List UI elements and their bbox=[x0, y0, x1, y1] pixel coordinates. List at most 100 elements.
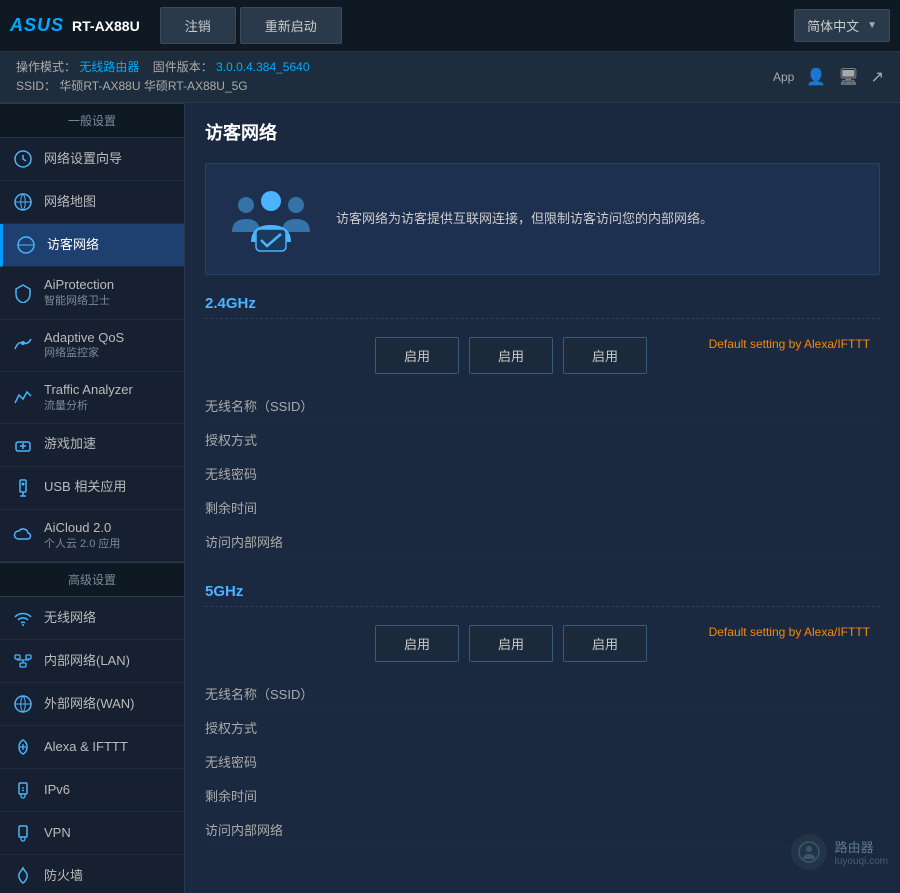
sidebar-label-alexa-ifttt: Alexa & IFTTT bbox=[44, 739, 128, 756]
sidebar-item-aicloud[interactable]: AiCloud 2.0 个人云 2.0 应用 bbox=[0, 510, 184, 562]
sidebar-label-wan: 外部网络(WAN) bbox=[44, 696, 135, 713]
sidebar-label-network-guide: 网络设置向导 bbox=[44, 151, 122, 168]
sidebar-label-network-map: 网络地图 bbox=[44, 194, 96, 211]
sidebar-item-traffic-analyzer[interactable]: Traffic Analyzer 流量分析 bbox=[0, 372, 184, 424]
sidebar-label-lan: 内部网络(LAN) bbox=[44, 653, 130, 670]
row-24ghz-intranet: 访问内部网络 bbox=[205, 525, 880, 559]
adaptive-qos-icon bbox=[12, 334, 34, 356]
enable-24ghz-btn-1[interactable]: 启用 bbox=[375, 337, 459, 374]
sidebar-label-usb-apps: USB 相关应用 bbox=[44, 479, 126, 496]
network-map-icon bbox=[12, 191, 34, 213]
aiprotection-icon bbox=[12, 282, 34, 304]
row-24ghz-time: 剩余时间 bbox=[205, 491, 880, 525]
label-5ghz-intranet: 访问内部网络 bbox=[205, 820, 365, 839]
alexa-icon bbox=[12, 736, 34, 758]
sidebar-item-lan[interactable]: 内部网络(LAN) bbox=[0, 640, 184, 683]
mode-value: 无线路由器 bbox=[79, 60, 139, 74]
lan-icon bbox=[12, 650, 34, 672]
chevron-down-icon: ▼ bbox=[867, 20, 877, 31]
label-24ghz-password: 无线密码 bbox=[205, 464, 365, 483]
sidebar-label-guest-network: 访客网络 bbox=[47, 237, 99, 254]
user-icon[interactable]: 👤 bbox=[806, 67, 826, 87]
status-bar: 操作模式： 无线路由器 固件版本： 3.0.0.4.384_5640 SSID：… bbox=[0, 52, 900, 103]
enable-5ghz-btn-1[interactable]: 启用 bbox=[375, 625, 459, 662]
freq-24ghz-title: 2.4GHz bbox=[205, 295, 880, 319]
traffic-analyzer-icon bbox=[12, 386, 34, 408]
reboot-button[interactable]: 重新启动 bbox=[240, 7, 342, 44]
app-label: App bbox=[773, 70, 794, 84]
row-5ghz-password: 无线密码 bbox=[205, 745, 880, 779]
label-5ghz-time: 剩余时间 bbox=[205, 786, 365, 805]
label-24ghz-ssid: 无线名称（SSID） bbox=[205, 396, 365, 415]
sidebar-label-vpn: VPN bbox=[44, 825, 71, 842]
sidebar-item-adaptive-qos[interactable]: Adaptive QoS 网络监控家 bbox=[0, 320, 184, 372]
enable-24ghz-btn-3[interactable]: 启用 bbox=[563, 337, 647, 374]
network-guide-icon bbox=[12, 148, 34, 170]
freq-5ghz-section: 5GHz 启用 启用 启用 Default setting by Alexa/I… bbox=[205, 583, 880, 847]
sidebar-item-wireless[interactable]: 无线网络 bbox=[0, 597, 184, 640]
row-24ghz-password: 无线密码 bbox=[205, 457, 880, 491]
enable-24ghz-btn-2[interactable]: 启用 bbox=[469, 337, 553, 374]
sidebar-section-general: 一般设置 bbox=[0, 103, 184, 138]
sidebar-item-network-map[interactable]: 网络地图 bbox=[0, 181, 184, 224]
usb-apps-icon bbox=[12, 477, 34, 499]
sidebar-item-firewall[interactable]: 防火墙 bbox=[0, 855, 184, 893]
sidebar-item-vpn[interactable]: VPN bbox=[0, 812, 184, 855]
sidebar-item-game-boost[interactable]: 游戏加速 bbox=[0, 424, 184, 467]
freq-24ghz-section: 2.4GHz 启用 启用 启用 Default setting by Alexa… bbox=[205, 295, 880, 559]
alexa-note-24ghz: Default setting by Alexa/IFTTT bbox=[709, 337, 880, 374]
guest-network-image bbox=[226, 184, 316, 254]
sidebar-item-network-guide[interactable]: 网络设置向导 bbox=[0, 138, 184, 181]
sidebar-item-aiprotection[interactable]: AiProtection 智能网络卫士 bbox=[0, 267, 184, 319]
share-icon[interactable]: ↗ bbox=[871, 67, 884, 87]
row-5ghz-intranet: 访问内部网络 bbox=[205, 813, 880, 847]
firewall-icon bbox=[12, 865, 34, 887]
top-bar: ASUS RT-AX88U 注销 重新启动 简体中文 ▼ bbox=[0, 0, 900, 52]
guest-network-icon bbox=[15, 234, 37, 256]
sidebar-label-traffic-analyzer: Traffic Analyzer 流量分析 bbox=[44, 382, 133, 413]
label-5ghz-ssid: 无线名称（SSID） bbox=[205, 684, 365, 703]
sidebar-item-ipv6[interactable]: IPv6 bbox=[0, 769, 184, 812]
ipv6-icon bbox=[12, 779, 34, 801]
enable-5ghz-btn-2[interactable]: 启用 bbox=[469, 625, 553, 662]
wan-icon bbox=[12, 693, 34, 715]
main-layout: 一般设置 网络设置向导 网络地图 访客网络 AiProtect bbox=[0, 103, 900, 893]
sidebar-item-alexa-ifttt[interactable]: Alexa & IFTTT bbox=[0, 726, 184, 769]
logout-button[interactable]: 注销 bbox=[160, 7, 236, 44]
sidebar-item-wan[interactable]: 外部网络(WAN) bbox=[0, 683, 184, 726]
row-24ghz-auth: 授权方式 bbox=[205, 423, 880, 457]
label-24ghz-intranet: 访问内部网络 bbox=[205, 532, 365, 551]
sidebar-item-usb-apps[interactable]: USB 相关应用 bbox=[0, 467, 184, 510]
label-24ghz-auth: 授权方式 bbox=[205, 430, 365, 449]
status-info: 操作模式： 无线路由器 固件版本： 3.0.0.4.384_5640 SSID：… bbox=[16, 58, 310, 96]
enable-5ghz-btn-3[interactable]: 启用 bbox=[563, 625, 647, 662]
info-text: 访客网络为访客提供互联网连接，但限制访客访问您的内部网络。 bbox=[336, 209, 713, 230]
vpn-icon bbox=[12, 822, 34, 844]
ssid-label: SSID： bbox=[16, 79, 56, 93]
sidebar-item-guest-network[interactable]: 访客网络 bbox=[0, 224, 184, 267]
asus-logo: ASUS bbox=[10, 15, 64, 36]
sidebar-label-game-boost: 游戏加速 bbox=[44, 436, 96, 453]
top-nav-buttons: 注销 重新启动 bbox=[160, 7, 794, 44]
aicloud-icon bbox=[12, 525, 34, 547]
sidebar-label-ipv6: IPv6 bbox=[44, 782, 70, 799]
wireless-icon bbox=[12, 607, 34, 629]
row-5ghz-ssid: 无线名称（SSID） bbox=[205, 677, 880, 711]
sidebar-label-firewall: 防火墙 bbox=[44, 868, 83, 885]
alexa-note-5ghz: Default setting by Alexa/IFTTT bbox=[709, 625, 880, 662]
label-5ghz-password: 无线密码 bbox=[205, 752, 365, 771]
lang-label: 简体中文 bbox=[807, 16, 859, 35]
info-box: 访客网络为访客提供互联网连接，但限制访客访问您的内部网络。 bbox=[205, 163, 880, 275]
sidebar: 一般设置 网络设置向导 网络地图 访客网络 AiProtect bbox=[0, 103, 185, 893]
firmware-label: 固件版本： bbox=[153, 60, 213, 74]
row-5ghz-time: 剩余时间 bbox=[205, 779, 880, 813]
model-name: RT-AX88U bbox=[72, 18, 140, 34]
monitor-icon[interactable]: 🖥 bbox=[838, 67, 858, 87]
sidebar-label-aicloud: AiCloud 2.0 个人云 2.0 应用 bbox=[44, 520, 120, 551]
language-selector[interactable]: 简体中文 ▼ bbox=[794, 9, 890, 42]
ssid-values: 华硕RT-AX88U 华硕RT-AX88U_5G bbox=[59, 79, 247, 93]
watermark: 路由器 luyouqi.com bbox=[791, 834, 888, 870]
page-title: 访客网络 bbox=[185, 103, 900, 153]
sidebar-label-aiprotection: AiProtection 智能网络卫士 bbox=[44, 277, 114, 308]
row-5ghz-auth: 授权方式 bbox=[205, 711, 880, 745]
